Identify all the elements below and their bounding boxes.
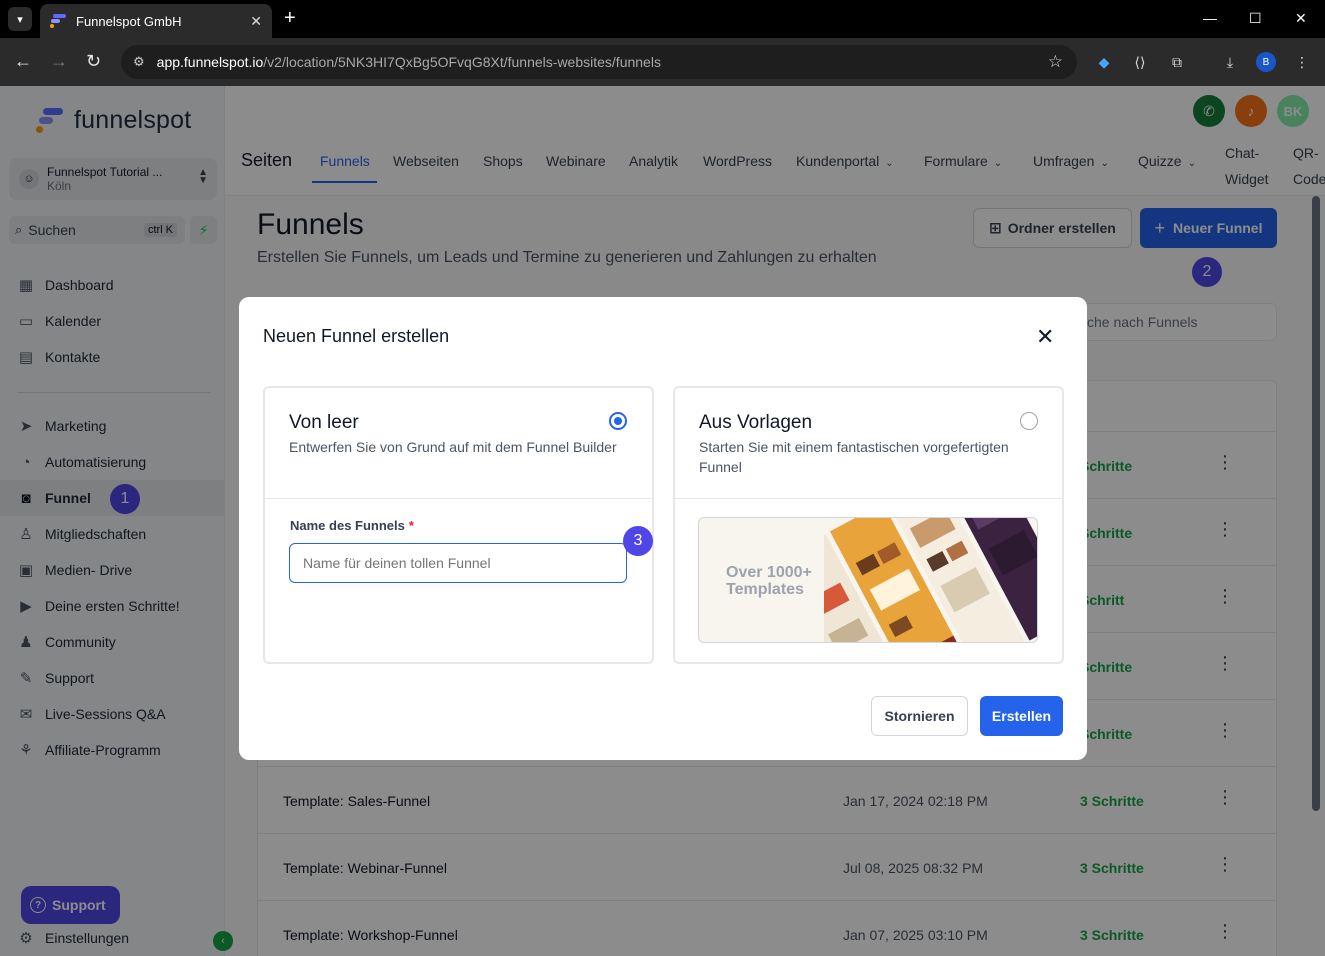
extension-icon[interactable]: ◆ (1094, 52, 1114, 72)
tab-close-icon[interactable]: ✕ (250, 13, 262, 30)
url-field[interactable]: ⚙ app.funnelspot.io/v2/location/5NK3HI7Q… (121, 45, 1077, 79)
cancel-button[interactable]: Stornieren (871, 696, 968, 736)
tab-title: Funnelspot GmbH (76, 13, 182, 29)
back-icon[interactable]: ← (14, 51, 32, 71)
funnel-name-input[interactable] (289, 543, 627, 583)
forward-icon[interactable]: → (50, 51, 68, 71)
create-funnel-modal: Neuen Funnel erstellen ✕ Von leer Entwer… (239, 297, 1087, 760)
create-button[interactable]: Erstellen (980, 696, 1063, 736)
option-template-header[interactable]: Aus Vorlagen Starten Sie mit einem fanta… (675, 388, 1062, 499)
address-bar-area: ← → ↻ ⚙ app.funnelspot.io/v2/location/5N… (0, 38, 1325, 86)
bookmark-star-icon[interactable]: ☆ (1048, 52, 1063, 72)
template-collage-graphic (824, 518, 1037, 642)
browser-menu-icon[interactable]: ⋮ (1292, 52, 1312, 72)
window-close-icon[interactable]: ✕ (1295, 10, 1307, 27)
browser-tab[interactable]: Funnelspot GmbH ✕ (40, 4, 272, 38)
radio-blank[interactable] (609, 412, 627, 430)
option-blank-header[interactable]: Von leer Entwerfen Sie von Grund auf mit… (265, 388, 652, 499)
option-template-title: Aus Vorlagen (699, 412, 813, 433)
devtools-extension-icon[interactable]: ⟨⟩ (1130, 52, 1150, 72)
extensions-puzzle-icon[interactable]: ⧉ (1167, 52, 1187, 72)
modal-title: Neuen Funnel erstellen (263, 326, 450, 346)
new-tab-icon[interactable]: + (284, 8, 296, 28)
site-settings-icon[interactable]: ⚙ (133, 54, 145, 70)
browser-tab-bar: ▾ Funnelspot GmbH ✕ + — ☐ ✕ (0, 0, 1325, 38)
templates-preview-image[interactable]: Over 1000+ Templates (698, 517, 1038, 643)
tab-search-icon[interactable]: ▾ (8, 7, 32, 31)
url-path: /v2/location/5NK3HI7QxBg5OFvqG8Xt/funnel… (263, 54, 661, 70)
option-blank[interactable]: Von leer Entwerfen Sie von Grund auf mit… (263, 386, 654, 664)
minimize-icon[interactable]: — (1203, 10, 1217, 26)
download-icon[interactable]: ⤓ (1220, 52, 1240, 72)
option-blank-title: Von leer (289, 412, 359, 433)
reload-icon[interactable]: ↻ (86, 51, 101, 71)
funnel-name-label: Name des Funnels * (290, 518, 414, 533)
option-template[interactable]: Aus Vorlagen Starten Sie mit einem fanta… (673, 386, 1064, 664)
templates-image-text: Over 1000+ Templates (726, 564, 812, 598)
option-blank-description: Entwerfen Sie von Grund auf mit dem Funn… (289, 439, 617, 455)
radio-template[interactable] (1020, 412, 1038, 430)
profile-avatar[interactable]: B (1256, 52, 1276, 72)
annotation-badge-3: 3 (623, 526, 653, 556)
option-template-description: Starten Sie mit einem fantastischen vorg… (699, 439, 1009, 475)
url-host: app.funnelspot.io (156, 54, 264, 70)
close-icon[interactable]: ✕ (1036, 325, 1054, 349)
maximize-icon[interactable]: ☐ (1249, 10, 1262, 27)
required-marker: * (408, 518, 414, 533)
funnelspot-favicon-icon (50, 14, 66, 28)
